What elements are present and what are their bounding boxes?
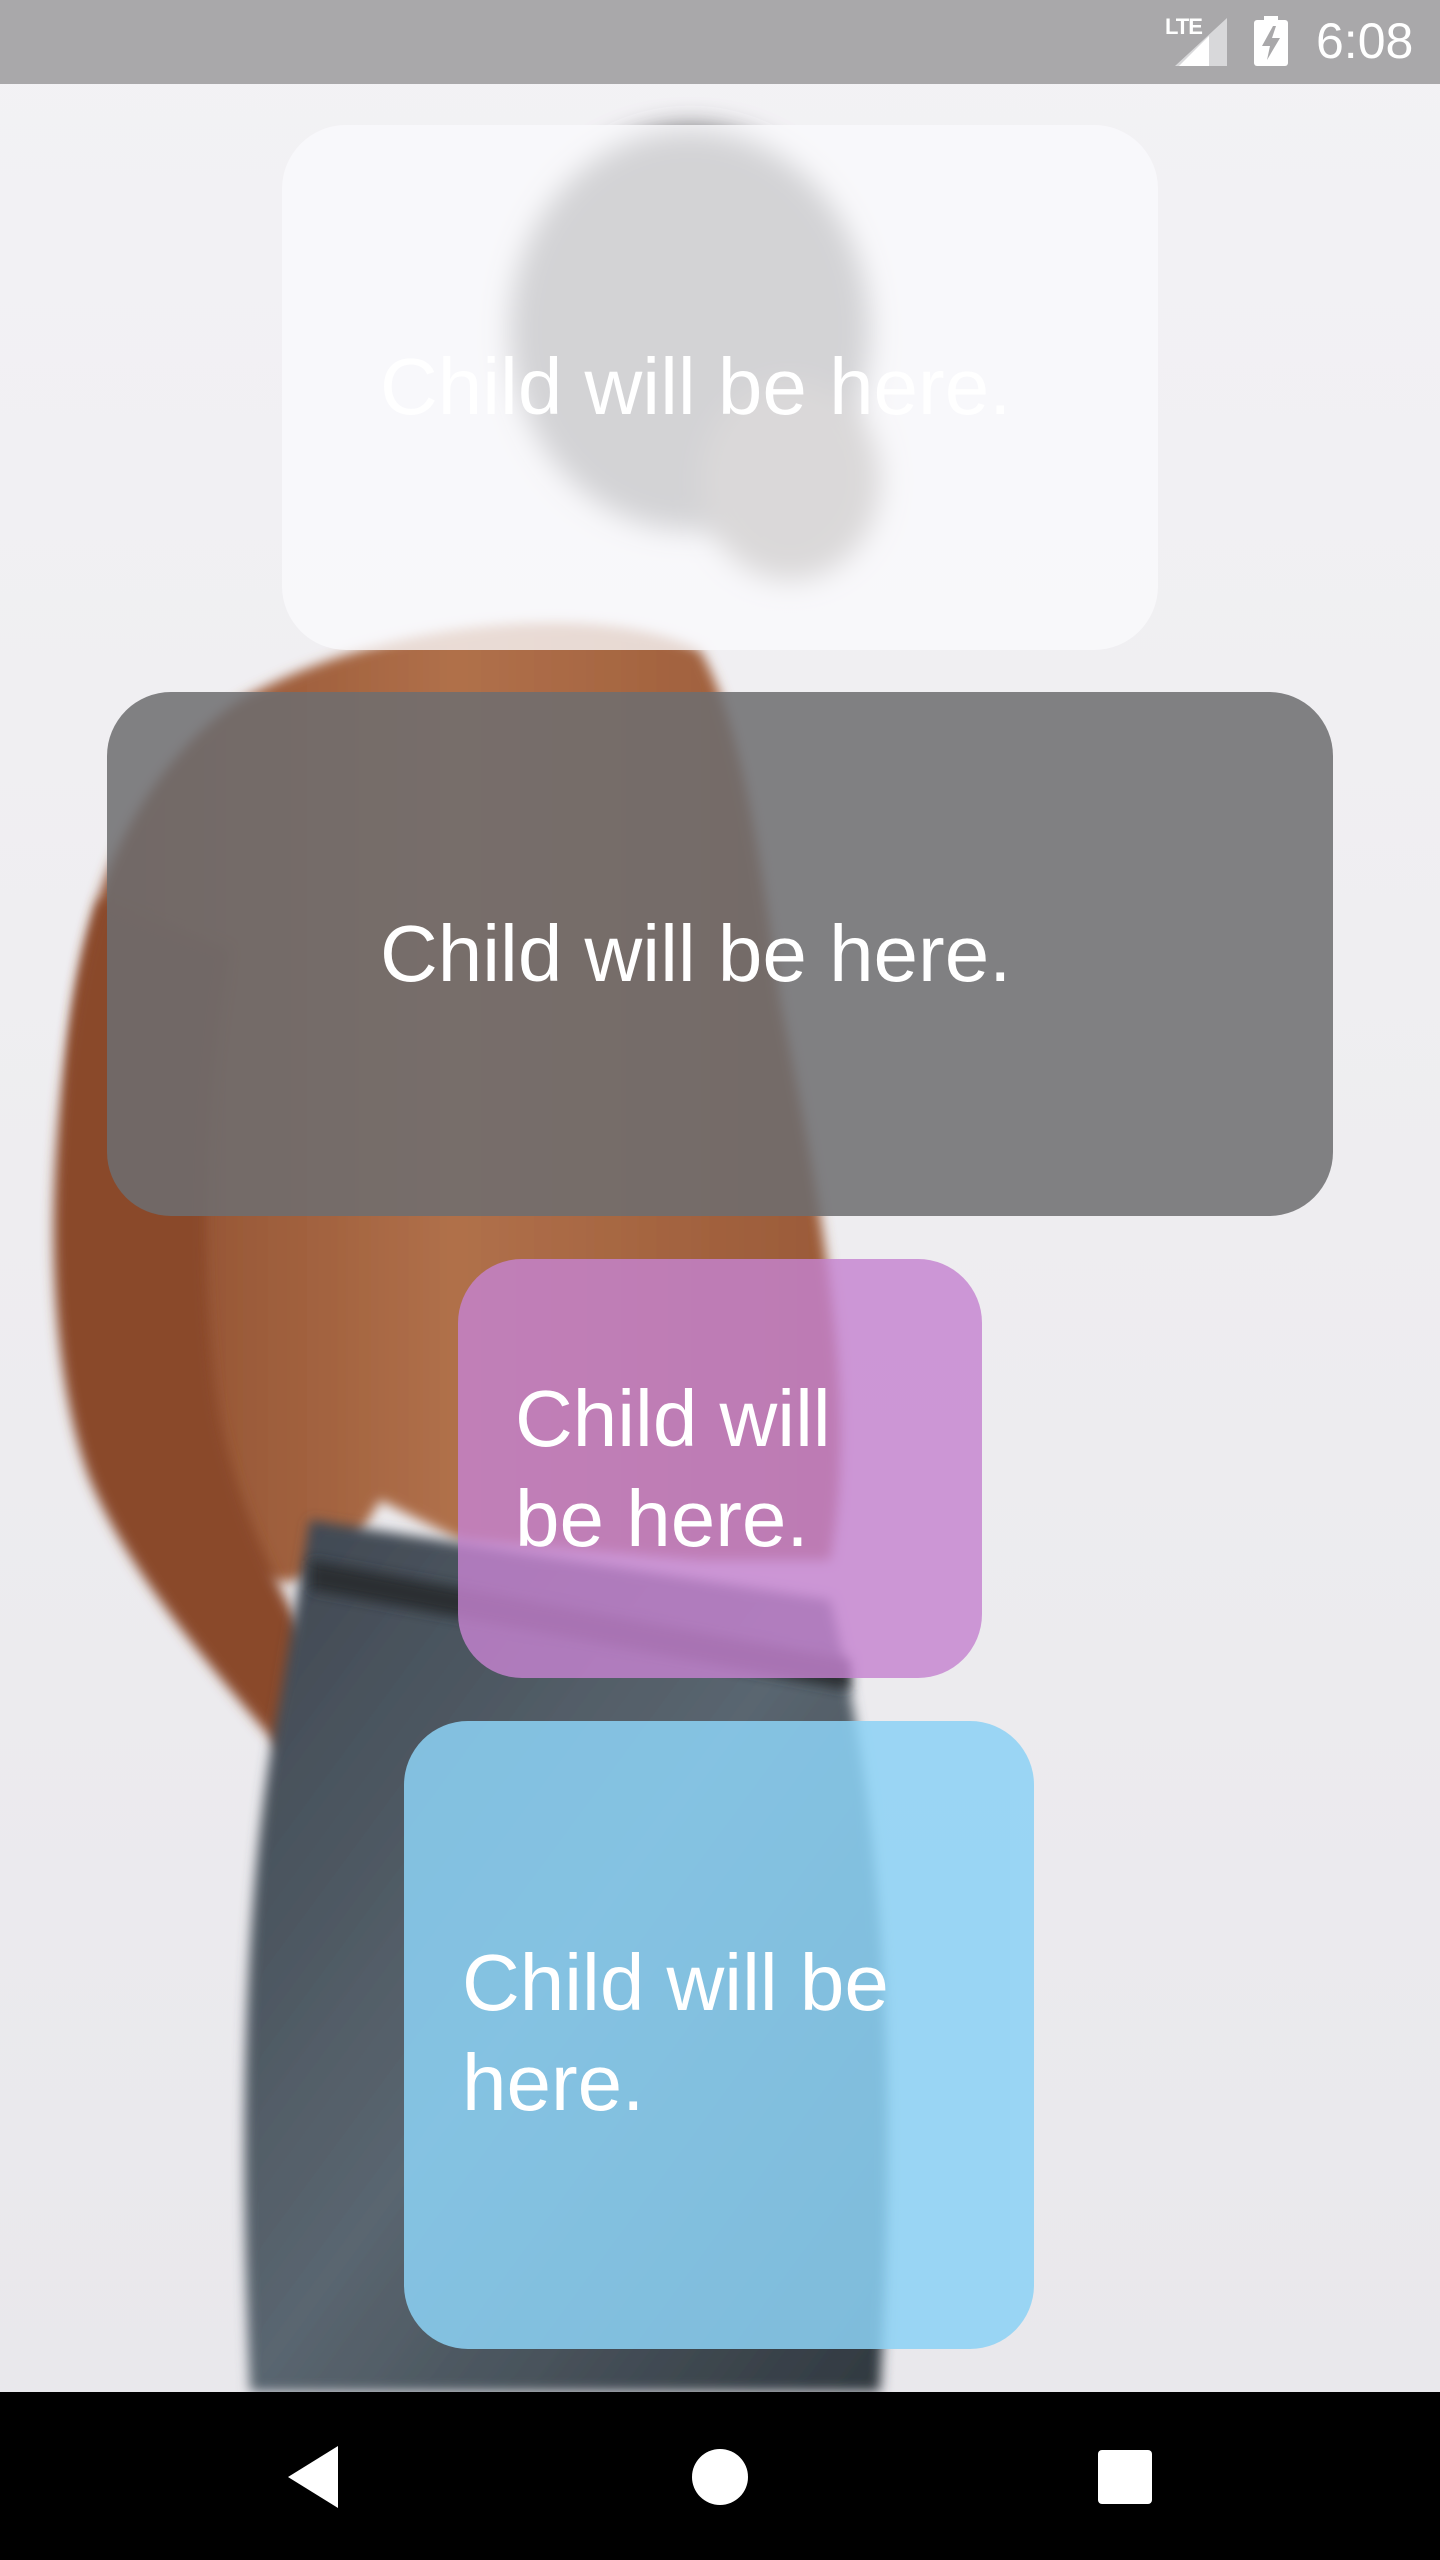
card-label: Child will be here. — [380, 342, 1012, 431]
screen: LTE 6:08 Child will be here. Child will … — [0, 0, 1440, 2560]
frosted-card-blue: Child will be here. — [404, 1721, 1034, 2349]
frosted-card-dark: Child will be here. — [107, 692, 1333, 1216]
navigation-bar — [0, 2392, 1440, 2560]
frosted-card-light: Child will be here. — [282, 125, 1158, 650]
back-icon[interactable] — [270, 2432, 360, 2522]
recents-icon[interactable] — [1080, 2432, 1170, 2522]
card-label: Child will be here. — [462, 1938, 889, 2127]
status-bar: LTE 6:08 — [0, 0, 1440, 84]
clock: 6:08 — [1316, 13, 1414, 69]
card-label: Child will be here. — [380, 909, 1012, 998]
battery-charging-icon — [1254, 16, 1288, 66]
card-label: Child will be here. — [515, 1374, 831, 1563]
lte-signal-icon — [1175, 18, 1227, 66]
frosted-card-purple: Child will be here. — [458, 1259, 982, 1678]
home-icon[interactable] — [675, 2432, 765, 2522]
